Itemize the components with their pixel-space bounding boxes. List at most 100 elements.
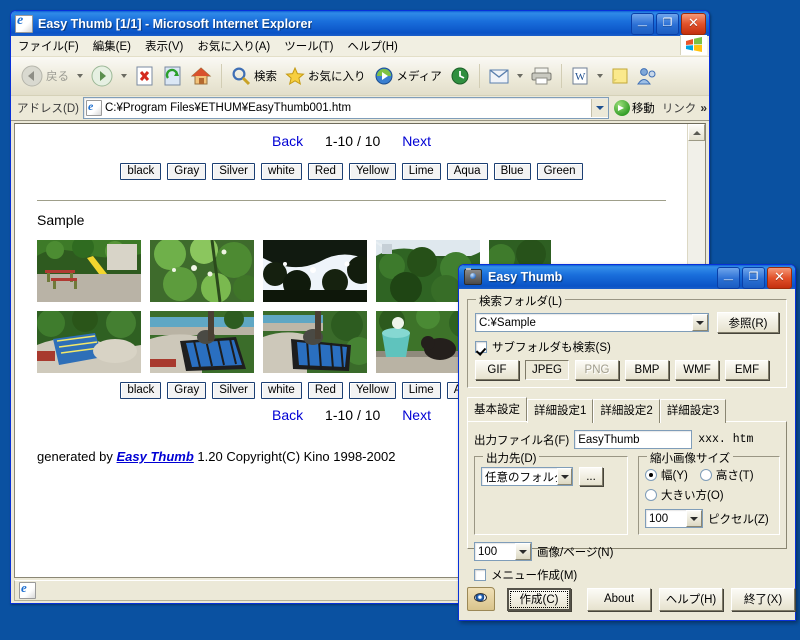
- menu-item-4[interactable]: ツール(T): [277, 36, 340, 56]
- format-button-jpeg[interactable]: JPEG: [525, 360, 569, 380]
- toolbar-history-button[interactable]: [446, 64, 474, 88]
- color-button-top-gray[interactable]: Gray: [167, 163, 207, 180]
- browse-button[interactable]: 参照(R): [717, 312, 779, 333]
- thumbnail-item[interactable]: [263, 240, 367, 302]
- links-button[interactable]: リンク: [662, 100, 697, 116]
- chevron-down-icon[interactable]: [596, 74, 603, 78]
- go-label: 移動: [631, 103, 655, 115]
- address-input[interactable]: C:¥Program Files¥ETHUM¥EasyThumb001.htm: [82, 97, 609, 119]
- dialog-close-button[interactable]: ✕: [767, 267, 792, 289]
- create-button[interactable]: 作成(C): [507, 587, 571, 611]
- color-button-top-green[interactable]: Green: [536, 163, 583, 180]
- output-dest-browse-button[interactable]: ...: [579, 467, 603, 486]
- make-menu-checkbox[interactable]: [474, 569, 486, 581]
- tab-基本設定[interactable]: 基本設定: [467, 397, 527, 421]
- menu-item-5[interactable]: ヘルプ(H): [340, 36, 404, 56]
- thumbnail-item[interactable]: [37, 240, 141, 302]
- color-button-top-lime[interactable]: Lime: [401, 163, 441, 180]
- pixel-dropdown-icon[interactable]: [686, 510, 702, 527]
- thumb-size-option-2[interactable]: 大きい方(O): [645, 487, 724, 503]
- images-per-page-combo[interactable]: 100: [474, 542, 532, 561]
- radio-icon[interactable]: [645, 489, 657, 501]
- format-button-gif[interactable]: GIF: [475, 360, 519, 380]
- thumbnail-item[interactable]: [263, 311, 367, 373]
- toolbar-refresh-button[interactable]: [159, 64, 187, 88]
- maximize-button[interactable]: ❐: [656, 13, 679, 35]
- toolbar-search-button[interactable]: 検索: [227, 64, 281, 88]
- about-button[interactable]: About: [587, 587, 651, 611]
- search-folder-dropdown-icon[interactable]: [692, 314, 708, 331]
- toolbar-back-button[interactable]: 戻る: [17, 63, 73, 89]
- dialog-minimize-button[interactable]: _: [717, 266, 740, 289]
- menu-item-0[interactable]: ファイル(F): [11, 36, 86, 56]
- toolbar-stop-button[interactable]: [131, 64, 159, 88]
- toolbar-mail-button[interactable]: [485, 66, 513, 86]
- output-dest-combo[interactable]: 任意のフォルダ: [481, 467, 573, 486]
- color-button-bottom-black[interactable]: black: [120, 382, 162, 399]
- toolbar-forward-button[interactable]: [87, 63, 117, 89]
- radio-icon[interactable]: [645, 469, 657, 481]
- thumbnail-item[interactable]: [150, 311, 254, 373]
- menu-item-2[interactable]: 表示(V): [138, 36, 190, 56]
- toolbar-messenger-button[interactable]: [633, 65, 661, 87]
- thumb-size-option-1[interactable]: 高さ(T): [699, 467, 754, 483]
- chevron-down-icon[interactable]: [77, 74, 83, 78]
- toolbar-home-button[interactable]: [187, 64, 216, 88]
- next-link-bottom[interactable]: Next: [402, 407, 431, 423]
- color-button-top-silver[interactable]: Silver: [212, 163, 255, 180]
- toolbar-edit-button[interactable]: W: [567, 65, 593, 87]
- toolbar-favorites-button[interactable]: お気に入り: [281, 64, 370, 88]
- radio-icon[interactable]: [699, 469, 712, 481]
- pixel-combo[interactable]: 100: [645, 509, 703, 528]
- thumb-size-option-0[interactable]: 幅(Y): [645, 467, 688, 483]
- scroll-up-button[interactable]: [688, 124, 705, 141]
- subfolder-checkbox[interactable]: [475, 341, 487, 353]
- output-file-input[interactable]: EasyThumb: [574, 430, 693, 449]
- menu-item-1[interactable]: 編集(E): [86, 36, 138, 56]
- help-button[interactable]: ヘルプ(H): [659, 587, 723, 611]
- images-per-page-dropdown-icon[interactable]: [515, 543, 531, 560]
- easy-thumb-link[interactable]: Easy Thumb: [117, 449, 194, 464]
- tab-詳細設定3[interactable]: 詳細設定3: [659, 399, 727, 423]
- chevron-down-icon[interactable]: [121, 74, 127, 78]
- search-folder-combo[interactable]: C:¥Sample: [475, 313, 709, 332]
- format-button-bmp[interactable]: BMP: [625, 360, 669, 380]
- output-dest-dropdown-icon[interactable]: [557, 468, 572, 485]
- color-button-bottom-yellow[interactable]: Yellow: [348, 382, 396, 399]
- format-button-emf[interactable]: EMF: [725, 360, 769, 380]
- address-dropdown-button[interactable]: [590, 99, 608, 117]
- thumbnail-item[interactable]: [37, 311, 141, 373]
- toolbar-back-label: 戻る: [46, 71, 69, 83]
- toolbar-media-button[interactable]: メディア: [370, 64, 446, 88]
- next-link-top[interactable]: Next: [402, 133, 431, 149]
- color-button-bottom-lime[interactable]: Lime: [401, 382, 441, 399]
- color-button-bottom-red[interactable]: Red: [307, 382, 343, 399]
- exit-button[interactable]: 終了(X): [731, 587, 795, 611]
- toolbar-overflow-chevron-icon[interactable]: »: [700, 101, 707, 115]
- color-button-top-red[interactable]: Red: [307, 163, 343, 180]
- toolbar-notes-button[interactable]: [607, 65, 633, 87]
- color-button-top-white[interactable]: white: [260, 163, 302, 180]
- toolbar-print-button[interactable]: [527, 65, 556, 87]
- color-button-top-black[interactable]: black: [120, 163, 162, 180]
- color-button-top-aqua[interactable]: Aqua: [446, 163, 488, 180]
- minimize-button[interactable]: _: [631, 12, 654, 35]
- color-button-top-yellow[interactable]: Yellow: [348, 163, 396, 180]
- tab-詳細設定1[interactable]: 詳細設定1: [527, 399, 594, 423]
- dialog-maximize-button[interactable]: ❐: [742, 267, 765, 289]
- go-button[interactable]: 移動: [613, 100, 655, 116]
- color-button-bottom-gray[interactable]: Gray: [167, 382, 207, 399]
- color-button-bottom-silver[interactable]: Silver: [212, 382, 255, 399]
- chevron-down-icon[interactable]: [516, 74, 523, 78]
- back-link-top[interactable]: Back: [272, 133, 303, 149]
- counter-top: 1-10 / 10: [325, 133, 381, 149]
- tab-詳細設定2[interactable]: 詳細設定2: [593, 399, 660, 423]
- close-button[interactable]: ✕: [681, 13, 706, 35]
- color-button-bottom-white[interactable]: white: [260, 382, 302, 399]
- color-button-top-blue[interactable]: Blue: [493, 163, 531, 180]
- eye-folder-icon[interactable]: [467, 587, 495, 611]
- thumbnail-item[interactable]: [150, 240, 254, 302]
- back-link-bottom[interactable]: Back: [272, 407, 303, 423]
- menu-item-3[interactable]: お気に入り(A): [190, 36, 277, 56]
- format-button-wmf[interactable]: WMF: [675, 360, 719, 380]
